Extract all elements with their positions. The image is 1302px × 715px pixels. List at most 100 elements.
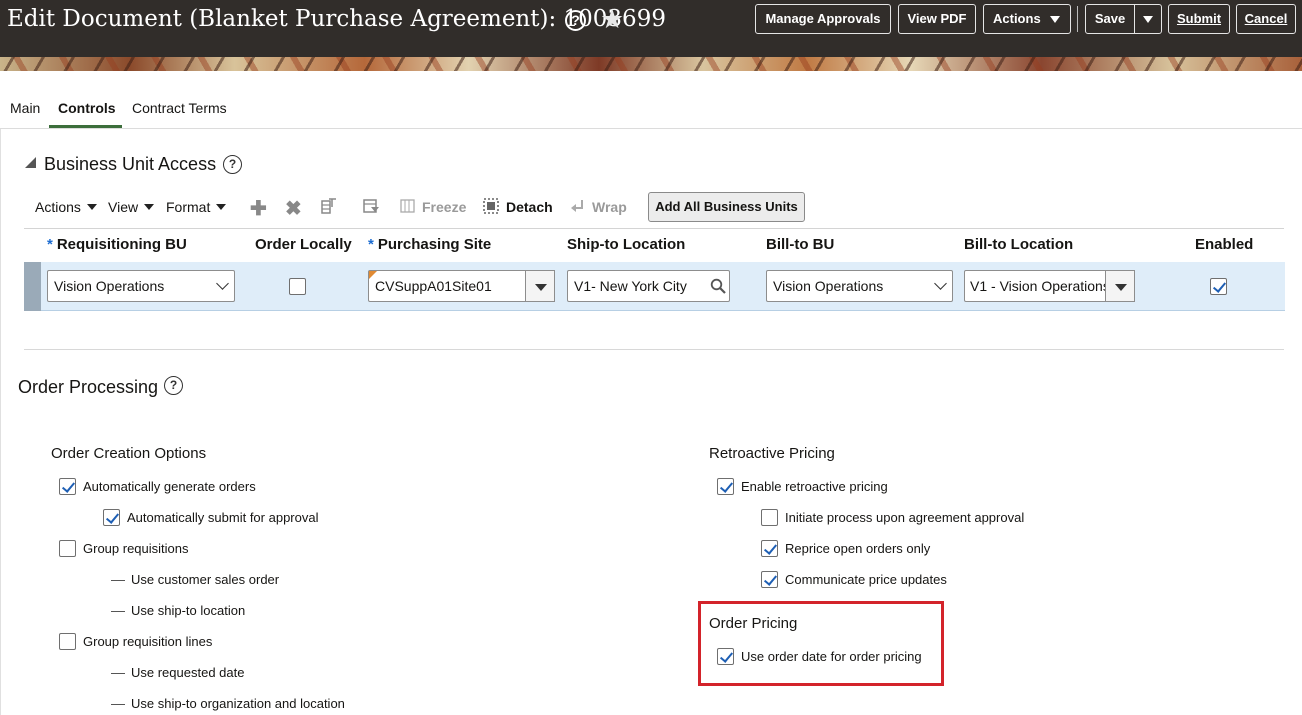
tab-controls[interactable]: Controls: [58, 100, 116, 116]
collapse-section-icon[interactable]: [25, 157, 36, 168]
column-header-bill-to-bu[interactable]: Bill-to BU: [766, 236, 834, 253]
auto-generate-orders-label: Automatically generate orders: [83, 479, 256, 494]
search-icon[interactable]: [710, 278, 726, 294]
order-pricing-title: Order Pricing: [709, 615, 798, 632]
help-icon[interactable]: ?: [164, 376, 183, 395]
save-options-button[interactable]: [1134, 4, 1162, 34]
table-actions-menu[interactable]: Actions: [35, 199, 97, 215]
actions-menu-label: Actions: [35, 199, 81, 215]
manage-approvals-button[interactable]: Manage Approvals: [755, 4, 891, 34]
initiate-process-checkbox[interactable]: [761, 509, 778, 526]
bill-to-location-dropdown-button[interactable]: [1105, 270, 1135, 302]
view-pdf-button[interactable]: View PDF: [898, 4, 976, 34]
warning-marker-icon: [369, 271, 377, 279]
table-format-menu[interactable]: Format: [166, 199, 227, 215]
purchasing-site-dropdown-button[interactable]: [525, 270, 555, 302]
highlight-box: [698, 601, 944, 686]
initiate-process-label: Initiate process upon agreement approval: [785, 510, 1025, 525]
use-order-date-label: Use order date for order pricing: [741, 649, 922, 664]
order-creation-options-title: Order Creation Options: [51, 445, 207, 462]
dropdown-arrow-icon: [144, 204, 155, 210]
enable-retroactive-pricing-label: Enable retroactive pricing: [741, 479, 888, 494]
column-header-label: Requisitioning BU: [56, 236, 187, 253]
group-requisitions-checkbox[interactable]: [59, 540, 76, 557]
order-locally-checkbox[interactable]: [289, 278, 306, 295]
filter-icon[interactable]: [363, 198, 379, 214]
communicate-price-updates-checkbox[interactable]: [761, 571, 778, 588]
detach-icon[interactable]: [483, 198, 499, 214]
table-view-menu[interactable]: View: [108, 199, 155, 215]
favorite-star-icon[interactable]: ★: [600, 4, 624, 34]
required-marker: *: [47, 236, 53, 253]
indent-dash: [111, 580, 125, 581]
use-order-date-checkbox[interactable]: [717, 648, 734, 665]
use-requested-date-label: Use requested date: [131, 665, 245, 680]
tab-contract-terms[interactable]: Contract Terms: [132, 100, 227, 116]
order-processing-title: Order Processing: [18, 377, 159, 397]
column-header-enabled[interactable]: Enabled: [1195, 236, 1253, 253]
cancel-button[interactable]: Cancel: [1236, 4, 1296, 34]
indent-dash: [111, 673, 125, 674]
help-icon[interactable]: ?: [565, 10, 586, 31]
column-header-ship-to-location[interactable]: Ship-to Location: [567, 236, 685, 253]
requisitioning-bu-select[interactable]: Vision Operations: [47, 270, 235, 302]
actions-button-label: Actions: [993, 11, 1041, 26]
group-requisition-lines-label: Group requisition lines: [83, 634, 213, 649]
tab-main[interactable]: Main: [10, 100, 40, 116]
section-divider: [24, 349, 1284, 350]
use-ship-to-location-label: Use ship-to location: [131, 603, 246, 618]
save-button[interactable]: Save: [1085, 4, 1135, 34]
freeze-icon: [400, 199, 415, 213]
enable-retroactive-pricing-checkbox[interactable]: [717, 478, 734, 495]
indent-dash: [111, 704, 125, 705]
columns-icon[interactable]: [321, 198, 337, 214]
reprice-open-orders-checkbox[interactable]: [761, 540, 778, 557]
auto-submit-checkbox[interactable]: [103, 509, 120, 526]
submit-button[interactable]: Submit: [1168, 4, 1230, 34]
tabs-divider: [0, 128, 1302, 129]
actions-menu-button[interactable]: Actions: [983, 4, 1071, 34]
group-requisitions-label: Group requisitions: [83, 541, 189, 556]
bill-to-location-input[interactable]: V1 - Vision Operations: [964, 270, 1107, 302]
page-header: Edit Document (Blanket Purchase Agreemen…: [0, 0, 1302, 57]
dropdown-arrow-icon: [216, 204, 227, 210]
add-all-business-units-button[interactable]: Add All Business Units: [648, 192, 805, 222]
dropdown-arrow-icon: [86, 204, 97, 210]
required-marker: *: [368, 236, 374, 253]
table-header-border: [24, 228, 1284, 229]
view-menu-label: View: [108, 199, 139, 215]
cancel-button-label: Cancel: [1244, 11, 1288, 26]
add-row-icon[interactable]: ✚: [250, 196, 267, 221]
use-customer-sales-order-label: Use customer sales order: [131, 572, 280, 587]
business-unit-access-title: Business Unit Access: [44, 154, 217, 174]
column-header-requisitioning-bu[interactable]: * Requisitioning BU: [47, 236, 187, 253]
group-requisition-lines-checkbox[interactable]: [59, 633, 76, 650]
purchasing-site-input[interactable]: CVSuppA01Site01: [368, 270, 526, 302]
row-selection-marker: [24, 262, 41, 311]
freeze-button: Freeze: [422, 199, 467, 215]
column-header-order-locally[interactable]: Order Locally: [255, 236, 352, 253]
reprice-open-orders-label: Reprice open orders only: [785, 541, 931, 556]
help-icon[interactable]: ?: [223, 155, 242, 174]
header-separator: [1077, 6, 1078, 32]
indent-dash: [111, 611, 125, 612]
ship-to-location-input[interactable]: V1- New York City: [567, 270, 730, 302]
bill-to-bu-select[interactable]: Vision Operations: [766, 270, 953, 302]
column-header-bill-to-location[interactable]: Bill-to Location: [964, 236, 1073, 253]
enabled-checkbox[interactable]: [1210, 278, 1227, 295]
auto-generate-orders-checkbox[interactable]: [59, 478, 76, 495]
auto-submit-label: Automatically submit for approval: [127, 510, 319, 525]
communicate-price-updates-label: Communicate price updates: [785, 572, 947, 587]
decorative-banner: [0, 57, 1302, 71]
use-ship-to-org-label: Use ship-to organization and location: [131, 696, 345, 711]
submit-button-label: Submit: [1176, 11, 1222, 26]
detach-button[interactable]: Detach: [506, 199, 553, 215]
retroactive-pricing-title: Retroactive Pricing: [709, 445, 835, 462]
delete-row-icon[interactable]: ✖: [285, 196, 302, 221]
content-left-border: [0, 129, 1, 715]
dropdown-arrow-icon: [1050, 16, 1060, 23]
column-header-purchasing-site[interactable]: * Purchasing Site: [368, 236, 491, 253]
format-menu-label: Format: [166, 199, 211, 215]
wrap-button: Wrap: [592, 199, 627, 215]
dropdown-arrow-icon: [1143, 16, 1153, 23]
